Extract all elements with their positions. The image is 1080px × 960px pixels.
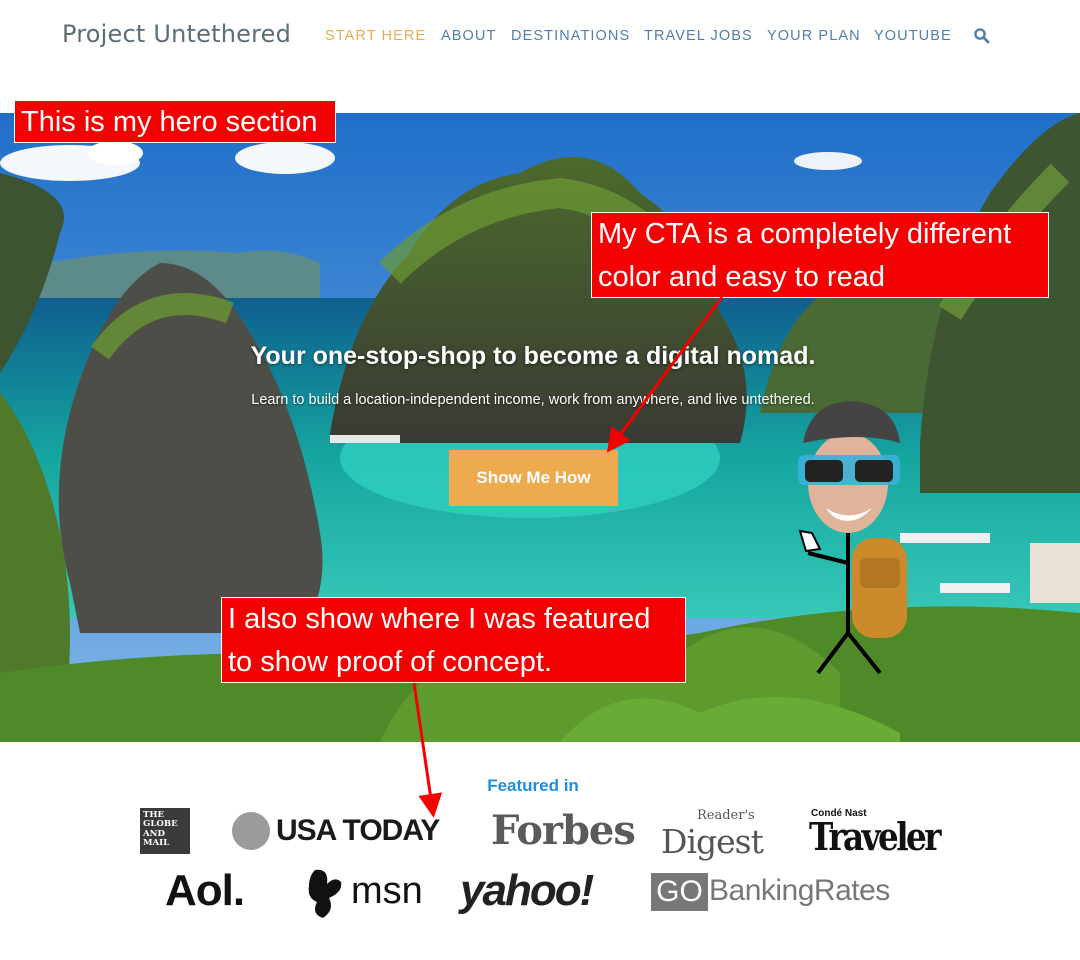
globe-line4: MAIL: [143, 838, 170, 849]
nav-destinations[interactable]: DESTINATIONS: [511, 28, 630, 44]
usa-today-logo: USA TODAY: [232, 812, 454, 852]
msn-text: msn: [351, 870, 423, 912]
usa-today-text: USA TODAY: [276, 814, 440, 847]
traveler-bottom: Traveler: [809, 814, 941, 859]
nav-youtube[interactable]: YOUTUBE: [874, 28, 952, 44]
annotation-cta-line1: My CTA is a completely different: [598, 218, 1012, 250]
annotation-featured-line1: I also show where I was featured: [228, 603, 651, 635]
usa-today-dot-icon: [232, 812, 270, 850]
msn-butterfly-icon: [308, 869, 342, 918]
readers-digest-bottom: Digest: [661, 822, 764, 861]
main-nav: START HERE ABOUT DESTINATIONS TRAVEL JOB…: [0, 28, 1080, 48]
annotation-cta-line2: color and easy to read: [598, 261, 885, 293]
nav-your-plan[interactable]: YOUR PLAN: [767, 28, 861, 44]
aol-logo: Aol.: [165, 866, 245, 915]
readers-digest-logo: Reader's Digest: [661, 808, 764, 861]
forbes-logo: Forbes: [491, 807, 636, 854]
conde-nast-traveler-logo: Condé Nast Traveler: [809, 808, 941, 859]
featured-in-heading: Featured in: [487, 776, 579, 795]
readers-digest-top: Reader's: [697, 808, 755, 823]
hero-subheadline: Learn to build a location-independent in…: [251, 392, 815, 408]
msn-logo: msn: [305, 866, 433, 920]
annotation-featured-line2: to show proof of concept.: [228, 646, 553, 678]
gobankingrates-go-box: GO: [651, 873, 708, 911]
annotation-hero: This is my hero section: [14, 100, 336, 143]
annotation-cta: My CTA is a completely different color a…: [591, 212, 1049, 298]
nav-about[interactable]: ABOUT: [441, 28, 496, 44]
globe-and-mail-logo: THE GLOBE AND MAIL: [140, 808, 190, 854]
gobankingrates-logo: GO BankingRates: [651, 873, 901, 913]
nav-travel-jobs[interactable]: TRAVEL JOBS: [644, 28, 753, 44]
annotation-featured: I also show where I was featured to show…: [221, 597, 686, 683]
gobankingrates-text: BankingRates: [709, 874, 890, 907]
search-icon[interactable]: [973, 27, 991, 45]
yahoo-logo: yahoo!: [460, 866, 594, 915]
show-me-how-button[interactable]: Show Me How: [449, 450, 618, 506]
nav-start-here[interactable]: START HERE: [325, 28, 426, 44]
site-header: Project Untethered START HERE ABOUT DEST…: [0, 0, 1080, 113]
hero-headline: Your one-stop-shop to become a digital n…: [250, 342, 816, 370]
annotation-hero-text: This is my hero section: [21, 106, 318, 138]
